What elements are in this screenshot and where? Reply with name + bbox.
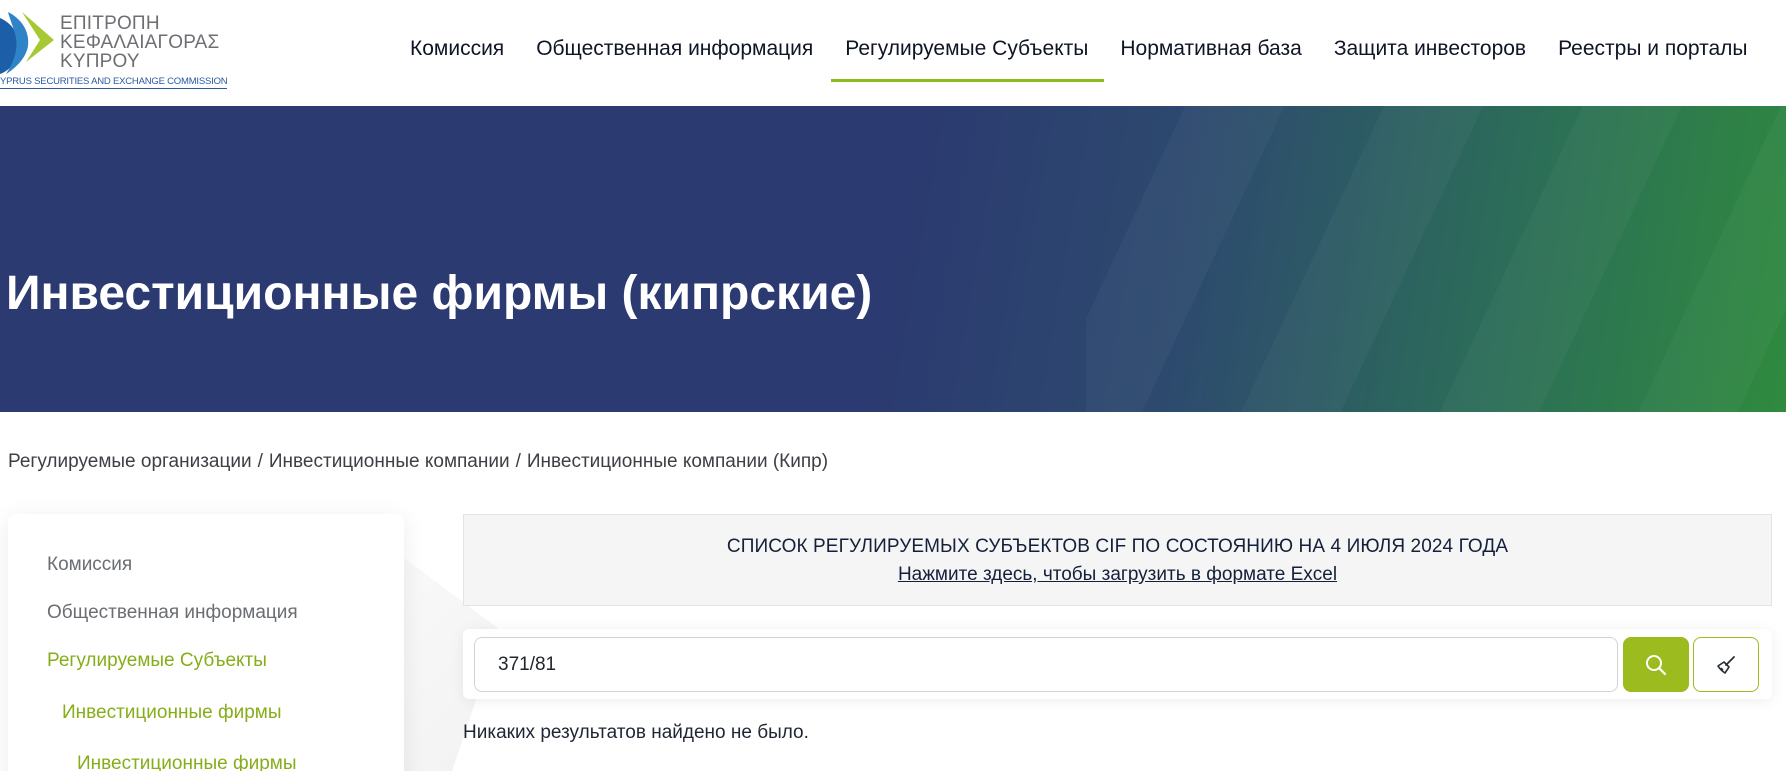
page-title: Инвестиционные фирмы (кипрские): [6, 267, 873, 320]
breadcrumb-item-regulated-organizations[interactable]: Регулируемые организации: [8, 451, 252, 472]
search-input[interactable]: [474, 637, 1618, 692]
clear-search-button[interactable]: [1693, 637, 1759, 692]
sidebar-item-regulated-entities[interactable]: Регулируемые Субъекты: [47, 650, 267, 672]
search-button[interactable]: [1623, 637, 1689, 692]
excel-download-link[interactable]: Нажмите здесь, чтобы загрузить в формате…: [898, 564, 1337, 586]
search-icon: [1646, 654, 1667, 675]
nav-item-legal-framework[interactable]: Нормативная база: [1120, 30, 1301, 70]
sidebar-item-investment-firms-sub[interactable]: Инвестиционные фирмы: [77, 753, 297, 771]
breadcrumb-separator: /: [257, 451, 263, 472]
logo-line-2: ΚΕΦΑΛΑΙΑΓΟΡΑΣ: [60, 32, 220, 53]
no-results-message: Никаких результатов найдено не было.: [463, 722, 809, 743]
site-header: ΕΠΙΤΡΟΠΗ ΚΕΦΑΛΑΙΑΓΟΡΑΣ ΚΥΠΡΟΥ YPRUS SECU…: [0, 0, 1786, 106]
breadcrumb: Регулируемые организации / Инвестиционные …: [8, 451, 828, 473]
notice-title: СПИСОК РЕГУЛИРУЕМЫХ СУБЪЕКТОВ CIF ПО СОС…: [726, 536, 1509, 557]
search-bar: [463, 629, 1772, 699]
logo-mark-icon: [0, 12, 54, 74]
logo-subtitle: YPRUS SECURITIES AND EXCHANGE COMMISSION: [0, 76, 228, 89]
nav-item-investor-protection[interactable]: Защита инвесторов: [1334, 30, 1526, 70]
sidebar-item-investment-firms[interactable]: Инвестиционные фирмы: [62, 702, 282, 724]
notice-box: СПИСОК РЕГУЛИРУЕМЫХ СУБЪЕКТОВ CIF ПО СОС…: [463, 514, 1772, 606]
nav-item-commission[interactable]: Комиссия: [410, 30, 504, 70]
hero-banner: Инвестиционные фирмы (кипрские): [0, 106, 1786, 412]
breadcrumb-item-current: Инвестиционные компании (Кипр): [526, 451, 829, 472]
cysec-logo[interactable]: ΕΠΙΤΡΟΠΗ ΚΕΦΑΛΑΙΑΓΟΡΑΣ ΚΥΠΡΟΥ YPRUS SECU…: [0, 8, 228, 92]
hero-decoration: [1086, 106, 1786, 412]
broom-icon: [1717, 655, 1735, 674]
logo-text: ΕΠΙΤΡΟΠΗ ΚΕΦΑΛΑΙΑΓΟΡΑΣ ΚΥΠΡΟΥ: [60, 14, 219, 71]
logo-line-1: ΕΠΙΤΡΟΠΗ: [60, 13, 160, 34]
sidebar-menu: Комиссия Общественная информация Регулир…: [8, 514, 404, 771]
breadcrumb-separator: /: [515, 451, 521, 472]
sidebar-item-public-information[interactable]: Общественная информация: [47, 602, 298, 624]
logo-line-3: ΚΥΠΡΟΥ: [60, 51, 140, 72]
main-nav: Комиссия Общественная информация Регулир…: [410, 0, 1780, 100]
nav-item-registers-portals[interactable]: Реестры и порталы: [1558, 30, 1747, 70]
breadcrumb-item-investment-companies[interactable]: Инвестиционные компании: [269, 451, 510, 472]
nav-item-regulated-entities[interactable]: Регулируемые Субъекты: [831, 30, 1105, 82]
sidebar-item-commission[interactable]: Комиссия: [47, 554, 132, 576]
nav-item-public-information[interactable]: Общественная информация: [536, 30, 813, 70]
